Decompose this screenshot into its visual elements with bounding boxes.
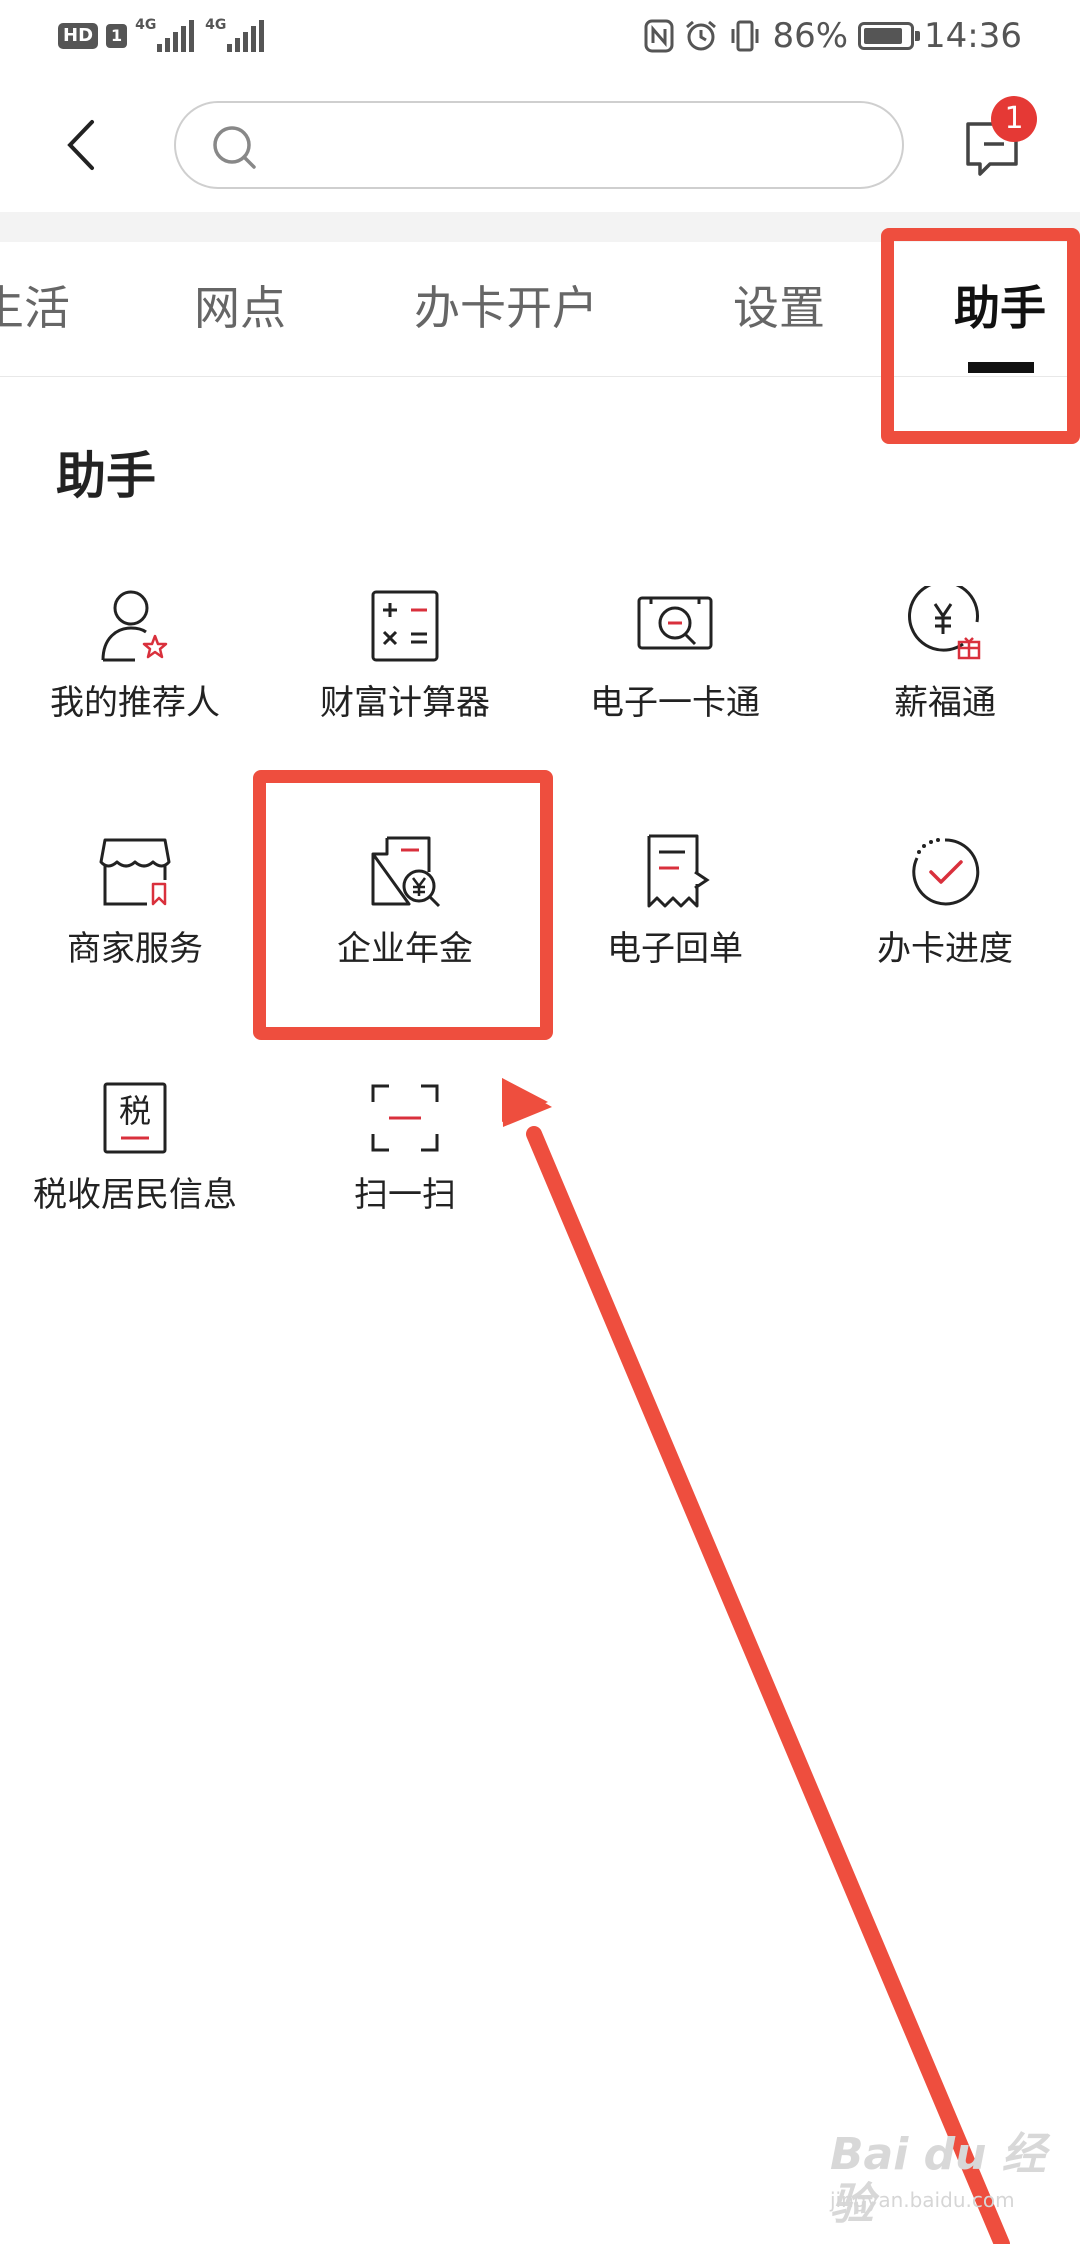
- watermark-logo: Bai du 经验: [830, 2129, 1046, 2230]
- watermark-url: jingyan.baidu.com: [830, 2188, 1015, 2212]
- annotation-arrow: [502, 1078, 1010, 2244]
